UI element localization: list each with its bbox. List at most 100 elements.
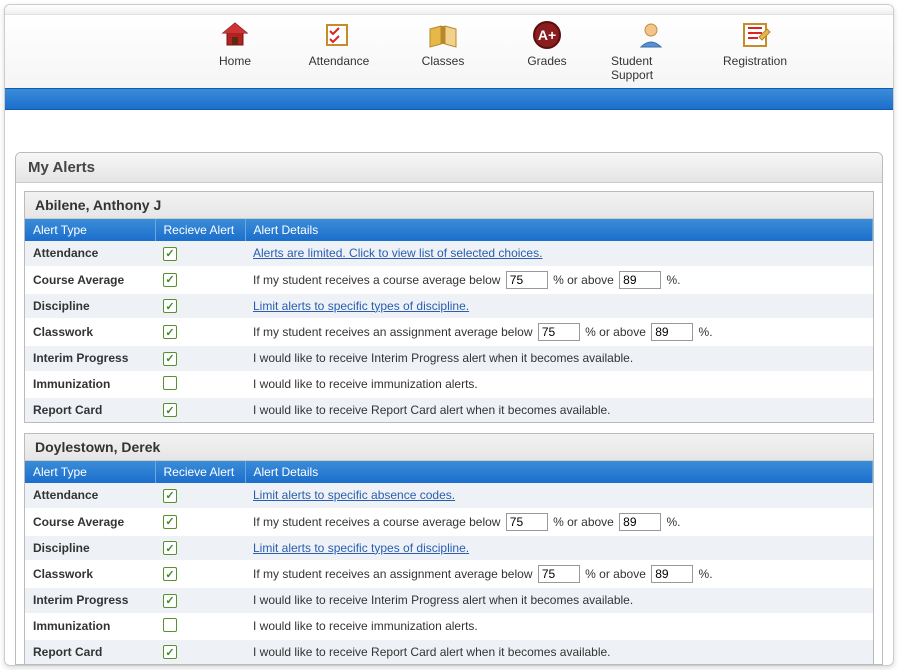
nav-attendance[interactable]: Attendance: [299, 19, 379, 82]
input-below-percent[interactable]: [506, 513, 548, 531]
alerts-table: Alert Type Recieve Alert Alert Details A…: [25, 219, 873, 422]
col-receive-alert: Recieve Alert: [155, 219, 245, 241]
row-label: Interim Progress: [25, 346, 155, 371]
input-below-percent[interactable]: [506, 271, 548, 289]
table-row: Attendance Alerts are limited. Click to …: [25, 241, 873, 266]
text-segment: If my student receives an assignment ave…: [253, 325, 536, 339]
home-icon: [219, 19, 251, 51]
table-row: Discipline Limit alerts to specific type…: [25, 294, 873, 319]
row-label: Report Card: [25, 398, 155, 423]
table-header-row: Alert Type Recieve Alert Alert Details: [25, 461, 873, 483]
row-label: Immunization: [25, 371, 155, 398]
nav-grades[interactable]: A+ Grades: [507, 19, 587, 82]
table-row: Discipline Limit alerts to specific type…: [25, 536, 873, 561]
attendance-link[interactable]: Alerts are limited. Click to view list o…: [253, 246, 542, 260]
checkbox-classwork[interactable]: [163, 325, 177, 339]
nav-classes[interactable]: Classes: [403, 19, 483, 82]
text-segment: If my student receives an assignment ave…: [253, 567, 536, 581]
row-label: Discipline: [25, 294, 155, 319]
text-segment: %.: [663, 515, 680, 529]
alerts-table: Alert Type Recieve Alert Alert Details A…: [25, 461, 873, 664]
panel-title: My Alerts: [16, 153, 882, 183]
checkbox-discipline[interactable]: [163, 541, 177, 555]
table-row: Report Card I would like to receive Repo…: [25, 640, 873, 665]
top-nav: Home Attendance Classes A+ Grades Studen…: [5, 15, 893, 88]
checkbox-attendance[interactable]: [163, 489, 177, 503]
nav-label: Registration: [723, 54, 787, 68]
student-name: Doylestown, Derek: [25, 434, 873, 461]
col-alert-type: Alert Type: [25, 219, 155, 241]
course-average-detail: If my student receives a course average …: [245, 266, 873, 294]
nav-registration[interactable]: Registration: [715, 19, 795, 82]
table-row: Classwork If my student receives an assi…: [25, 560, 873, 588]
discipline-link[interactable]: Limit alerts to specific types of discip…: [253, 541, 469, 555]
row-label: Report Card: [25, 640, 155, 665]
nav-label: Attendance: [309, 54, 370, 68]
col-alert-details: Alert Details: [245, 461, 873, 483]
table-row: Classwork If my student receives an assi…: [25, 318, 873, 346]
reportcard-detail: I would like to receive Report Card aler…: [245, 398, 873, 423]
course-average-detail: If my student receives a course average …: [245, 508, 873, 536]
text-segment: If my student receives a course average …: [253, 273, 504, 287]
nav-label: Classes: [422, 54, 465, 68]
nav-student-support[interactable]: Student Support: [611, 19, 691, 82]
input-above-percent[interactable]: [651, 323, 693, 341]
grades-icon: A+: [531, 19, 563, 51]
nav-home[interactable]: Home: [195, 19, 275, 82]
col-alert-details: Alert Details: [245, 219, 873, 241]
row-label: Discipline: [25, 536, 155, 561]
checkbox-reportcard[interactable]: [163, 403, 177, 417]
nav-label: Student Support: [611, 54, 691, 82]
checkbox-immunization[interactable]: [163, 618, 177, 632]
immunization-detail: I would like to receive immunization ale…: [245, 613, 873, 640]
checkbox-course-average[interactable]: [163, 515, 177, 529]
text-segment: %.: [695, 567, 712, 581]
app-window: Home Attendance Classes A+ Grades Studen…: [4, 4, 894, 666]
table-row: Report Card I would like to receive Repo…: [25, 398, 873, 423]
table-row: Course Average If my student receives a …: [25, 508, 873, 536]
header-blue-bar: [5, 88, 893, 110]
nav-label: Home: [219, 54, 251, 68]
checkbox-interim[interactable]: [163, 594, 177, 608]
input-below-percent[interactable]: [538, 323, 580, 341]
input-above-percent[interactable]: [619, 271, 661, 289]
checkbox-discipline[interactable]: [163, 299, 177, 313]
my-alerts-panel: My Alerts Abilene, Anthony J Alert Type …: [15, 152, 883, 665]
table-row: Immunization I would like to receive imm…: [25, 613, 873, 640]
classwork-detail: If my student receives an assignment ave…: [245, 318, 873, 346]
attendance-link[interactable]: Limit alerts to specific absence codes.: [253, 488, 455, 502]
col-alert-type: Alert Type: [25, 461, 155, 483]
text-segment: If my student receives a course average …: [253, 515, 504, 529]
row-label: Attendance: [25, 483, 155, 508]
attendance-icon: [323, 19, 355, 51]
discipline-link[interactable]: Limit alerts to specific types of discip…: [253, 299, 469, 313]
text-segment: % or above: [582, 325, 649, 339]
text-segment: % or above: [550, 273, 617, 287]
checkbox-interim[interactable]: [163, 352, 177, 366]
student-block: Abilene, Anthony J Alert Type Recieve Al…: [24, 191, 874, 423]
checkbox-course-average[interactable]: [163, 273, 177, 287]
student-name: Abilene, Anthony J: [25, 192, 873, 219]
table-row: Attendance Limit alerts to specific abse…: [25, 483, 873, 508]
input-below-percent[interactable]: [538, 565, 580, 583]
checkbox-classwork[interactable]: [163, 567, 177, 581]
row-label: Course Average: [25, 266, 155, 294]
spacer: [5, 110, 893, 152]
input-above-percent[interactable]: [619, 513, 661, 531]
checkbox-immunization[interactable]: [163, 376, 177, 390]
text-segment: % or above: [550, 515, 617, 529]
classes-icon: [427, 19, 459, 51]
nav-label: Grades: [527, 54, 566, 68]
interim-detail: I would like to receive Interim Progress…: [245, 588, 873, 613]
table-header-row: Alert Type Recieve Alert Alert Details: [25, 219, 873, 241]
interim-detail: I would like to receive Interim Progress…: [245, 346, 873, 371]
col-receive-alert: Recieve Alert: [155, 461, 245, 483]
checkbox-reportcard[interactable]: [163, 645, 177, 659]
text-segment: % or above: [582, 567, 649, 581]
immunization-detail: I would like to receive immunization ale…: [245, 371, 873, 398]
window-top-cap: [5, 5, 893, 15]
table-row: Immunization I would like to receive imm…: [25, 371, 873, 398]
row-label: Classwork: [25, 318, 155, 346]
input-above-percent[interactable]: [651, 565, 693, 583]
checkbox-attendance[interactable]: [163, 247, 177, 261]
